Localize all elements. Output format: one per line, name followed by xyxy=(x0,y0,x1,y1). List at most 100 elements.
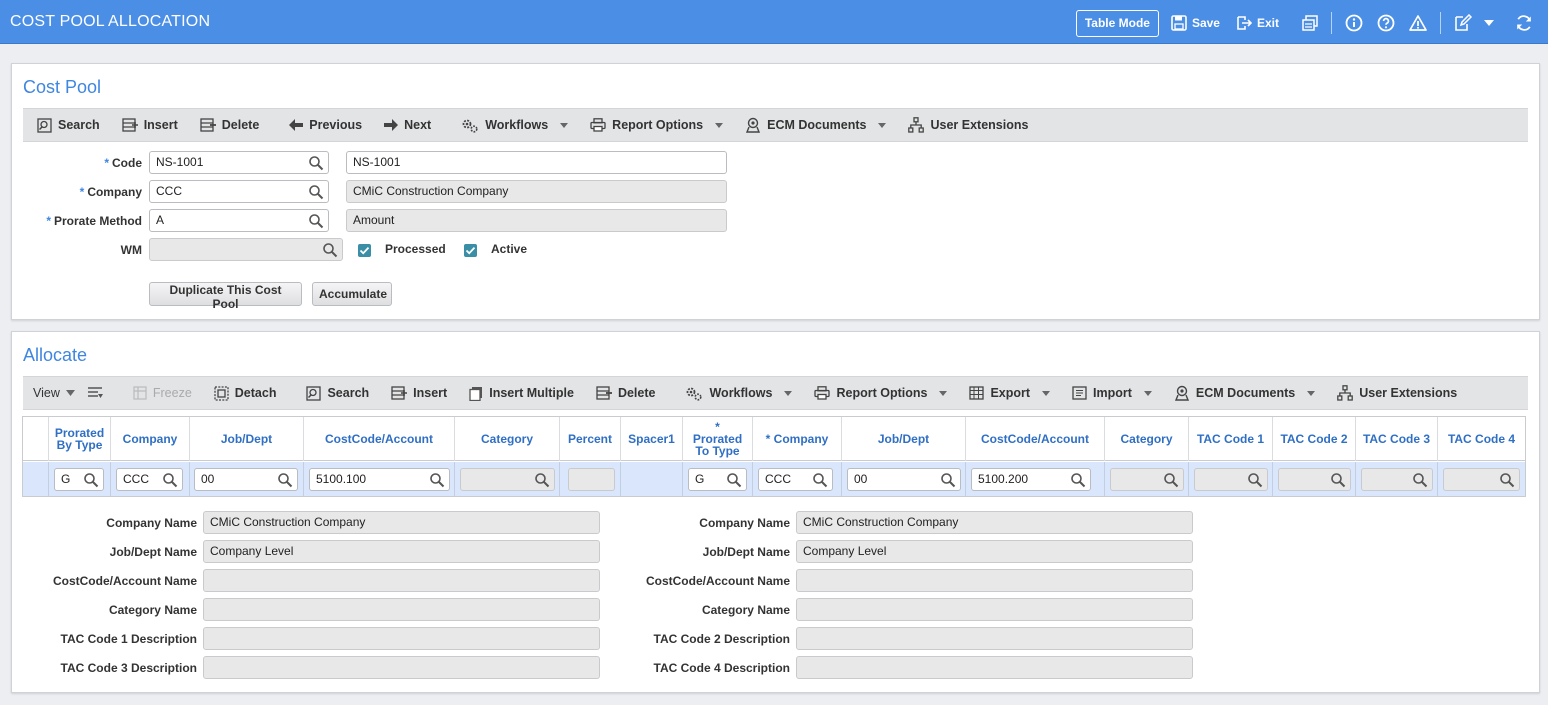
column-header[interactable]: Percent xyxy=(560,417,621,461)
exit-button[interactable]: Exit xyxy=(1236,15,1279,31)
to-company-input[interactable]: CCC xyxy=(758,468,833,491)
processed-checkbox[interactable] xyxy=(358,244,371,257)
detach-button[interactable]: Detach xyxy=(214,385,276,401)
insert-button[interactable]: Insert xyxy=(391,386,447,400)
to-category-input[interactable] xyxy=(1110,468,1184,491)
column-header[interactable]: Company xyxy=(111,417,190,461)
search-icon[interactable] xyxy=(812,472,828,488)
insert-button[interactable]: Insert xyxy=(122,118,178,132)
user-extensions-button[interactable]: User Extensions xyxy=(1337,385,1457,401)
report-options-button[interactable]: Report Options xyxy=(590,118,703,132)
columns-button[interactable] xyxy=(87,386,109,400)
export-button[interactable]: Export xyxy=(969,386,1030,400)
search-icon[interactable] xyxy=(1247,472,1263,488)
workflows-dropdown[interactable] xyxy=(560,122,569,128)
search-icon[interactable] xyxy=(308,155,324,171)
import-dropdown[interactable] xyxy=(1143,390,1152,396)
search-icon[interactable] xyxy=(1499,472,1515,488)
search-icon[interactable] xyxy=(308,213,324,229)
duplicate-cost-pool-button[interactable]: Duplicate This Cost Pool xyxy=(149,282,302,311)
column-header[interactable]: TAC Code 3 xyxy=(1356,417,1438,461)
search-icon[interactable] xyxy=(308,184,324,200)
import-button[interactable]: Import xyxy=(1072,386,1132,400)
freeze-button[interactable]: Freeze xyxy=(133,386,192,400)
tac-code-4-input[interactable] xyxy=(1443,468,1520,491)
warning-button[interactable] xyxy=(1409,14,1427,32)
column-header[interactable]: TAC Code 4 xyxy=(1438,417,1525,461)
row-selector[interactable] xyxy=(23,462,49,496)
search-icon[interactable] xyxy=(83,472,99,488)
user-extensions-button[interactable]: User Extensions xyxy=(908,117,1028,133)
to-costcode-account-input[interactable]: 5100.200 xyxy=(971,468,1091,491)
column-header[interactable]: TAC Code 1 xyxy=(1189,417,1273,461)
column-header[interactable]: CostCode/Account xyxy=(304,417,455,461)
prorated-by-type-input[interactable]: G xyxy=(54,468,104,491)
ecm-documents-dropdown[interactable] xyxy=(878,122,887,128)
export-dropdown[interactable] xyxy=(1042,390,1051,396)
ecm-documents-button[interactable]: ECM Documents xyxy=(745,117,866,133)
table-row[interactable]: G CCC 00 5100.100 G CCC 00 5100.200 xyxy=(23,462,1525,496)
code-input[interactable]: NS-1001 xyxy=(149,151,329,174)
prorate-method-input[interactable]: A xyxy=(149,209,329,232)
column-header[interactable]: Job/Dept xyxy=(190,417,304,461)
percent-input[interactable] xyxy=(568,468,615,491)
column-header[interactable]: TAC Code 2 xyxy=(1273,417,1356,461)
view-menu[interactable]: View xyxy=(33,386,75,400)
tac-code-3-input[interactable] xyxy=(1361,468,1433,491)
report-options-button[interactable]: Report Options xyxy=(814,386,927,400)
column-header[interactable]: Job/Dept xyxy=(842,417,966,461)
column-header[interactable]: Spacer1 xyxy=(621,417,683,461)
search-icon[interactable] xyxy=(1412,472,1428,488)
column-header[interactable]: * Prorated To Type xyxy=(683,417,753,461)
column-header[interactable]: Category xyxy=(455,417,560,461)
search-icon[interactable] xyxy=(1163,472,1179,488)
help-button[interactable] xyxy=(1377,14,1395,32)
info-button[interactable] xyxy=(1345,14,1363,32)
insert-multiple-button[interactable]: Insert Multiple xyxy=(469,386,574,401)
delete-button[interactable]: Delete xyxy=(200,118,259,132)
workflows-button[interactable]: Workflows xyxy=(461,118,548,133)
search-icon[interactable] xyxy=(162,472,178,488)
ecm-documents-button[interactable]: ECM Documents xyxy=(1174,385,1295,401)
report-options-dropdown[interactable] xyxy=(939,390,948,396)
search-icon[interactable] xyxy=(322,242,338,258)
column-header[interactable]: * Company xyxy=(753,417,842,461)
job-dept-input[interactable]: 00 xyxy=(194,468,298,491)
search-icon[interactable] xyxy=(277,472,293,488)
table-mode-button[interactable]: Table Mode xyxy=(1075,9,1159,37)
column-header[interactable]: CostCode/Account xyxy=(966,417,1105,461)
search-icon[interactable] xyxy=(726,472,742,488)
company-input[interactable]: CCC xyxy=(116,468,183,491)
previous-button[interactable]: Previous xyxy=(289,118,362,132)
next-button[interactable]: Next xyxy=(384,118,431,132)
delete-button[interactable]: Delete xyxy=(596,386,655,400)
tac-code-1-input[interactable] xyxy=(1194,468,1268,491)
column-header[interactable]: Category xyxy=(1105,417,1189,461)
save-button[interactable]: Save xyxy=(1171,15,1220,31)
code-description[interactable]: NS-1001 xyxy=(346,151,727,174)
search-icon[interactable] xyxy=(940,472,956,488)
costcode-account-input[interactable]: 5100.100 xyxy=(309,468,450,491)
search-icon[interactable] xyxy=(429,472,445,488)
column-header[interactable]: Prorated By Type xyxy=(49,417,111,461)
active-checkbox[interactable] xyxy=(464,244,477,257)
to-job-dept-input[interactable]: 00 xyxy=(847,468,961,491)
search-icon[interactable] xyxy=(534,472,550,488)
search-icon[interactable] xyxy=(1070,472,1086,488)
workflows-dropdown[interactable] xyxy=(784,390,793,396)
search-button[interactable]: Search xyxy=(306,385,369,401)
cost-pool-panel: Cost Pool Search Insert Delete Previous … xyxy=(11,63,1540,320)
ecm-documents-dropdown[interactable] xyxy=(1307,390,1316,396)
search-button[interactable]: Search xyxy=(37,117,100,133)
tac-code-2-input[interactable] xyxy=(1278,468,1351,491)
category-input[interactable] xyxy=(460,468,555,491)
accumulate-button[interactable]: Accumulate xyxy=(312,282,392,306)
print-button[interactable] xyxy=(1302,15,1318,31)
search-icon[interactable] xyxy=(1330,472,1346,488)
prorated-to-type-input[interactable]: G xyxy=(688,468,747,491)
workflows-button[interactable]: Workflows xyxy=(685,386,772,401)
refresh-button[interactable] xyxy=(1515,14,1533,32)
report-options-dropdown[interactable] xyxy=(715,122,724,128)
edit-menu-button[interactable] xyxy=(1454,14,1494,32)
company-input[interactable]: CCC xyxy=(149,180,329,203)
